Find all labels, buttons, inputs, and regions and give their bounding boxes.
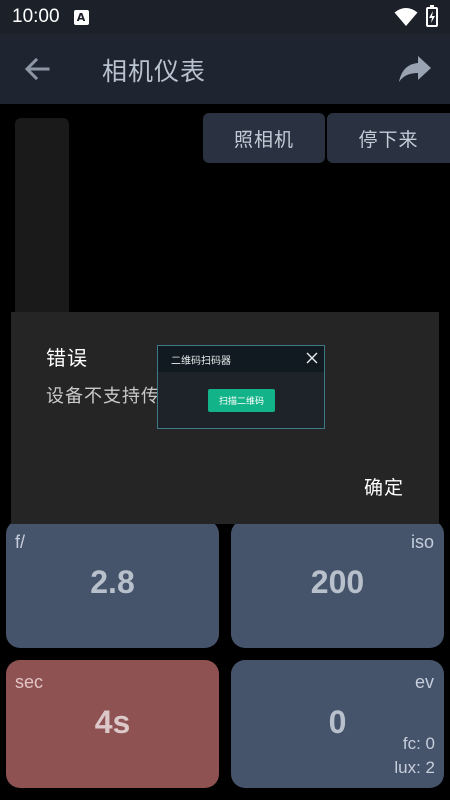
aperture-label: f/	[15, 532, 26, 552]
lux-readout: lux: 2	[394, 758, 435, 777]
battery-icon	[426, 5, 438, 27]
iso-label: iso	[410, 532, 434, 552]
qr-scanner-popup: 二维码扫码器 扫描二维码	[157, 345, 325, 429]
fc-readout: fc: 0	[402, 734, 435, 753]
scan-qr-button[interactable]: 扫描二维码	[208, 389, 275, 412]
arrow-left-icon[interactable]	[22, 54, 52, 84]
close-icon[interactable]	[306, 352, 318, 364]
stop-button[interactable]: 停下来	[327, 113, 450, 163]
take-photo-button[interactable]: 照相机	[203, 113, 325, 163]
wifi-icon	[394, 8, 418, 26]
qr-popup-header: 二维码扫码器	[158, 346, 324, 372]
aperture-tile[interactable]: f/ 2.8	[6, 520, 219, 648]
dialog-title: 错误	[46, 346, 88, 370]
status-icons	[394, 5, 438, 27]
ev-tile[interactable]: ev 0 fc: 0 lux: 2	[231, 660, 444, 788]
iso-tile[interactable]: iso 200	[231, 520, 444, 648]
status-time: 10:00	[12, 6, 60, 27]
share-arrow-icon[interactable]	[398, 54, 432, 84]
aperture-value: 2.8	[90, 564, 135, 600]
app-bar: 相机仪表	[0, 34, 450, 104]
shutter-tile[interactable]: sec 4s	[6, 660, 219, 788]
ev-label: ev	[414, 672, 434, 692]
iso-value: 200	[310, 564, 365, 600]
qr-popup-title: 二维码扫码器	[171, 356, 231, 367]
shutter-label: sec	[15, 672, 44, 692]
notification-a-icon: A	[73, 9, 89, 25]
dialog-ok-button[interactable]: 确定	[349, 469, 419, 503]
status-bar: 10:00 A	[0, 0, 450, 34]
shutter-value: 4s	[94, 704, 131, 740]
page-title: 相机仪表	[102, 57, 207, 86]
